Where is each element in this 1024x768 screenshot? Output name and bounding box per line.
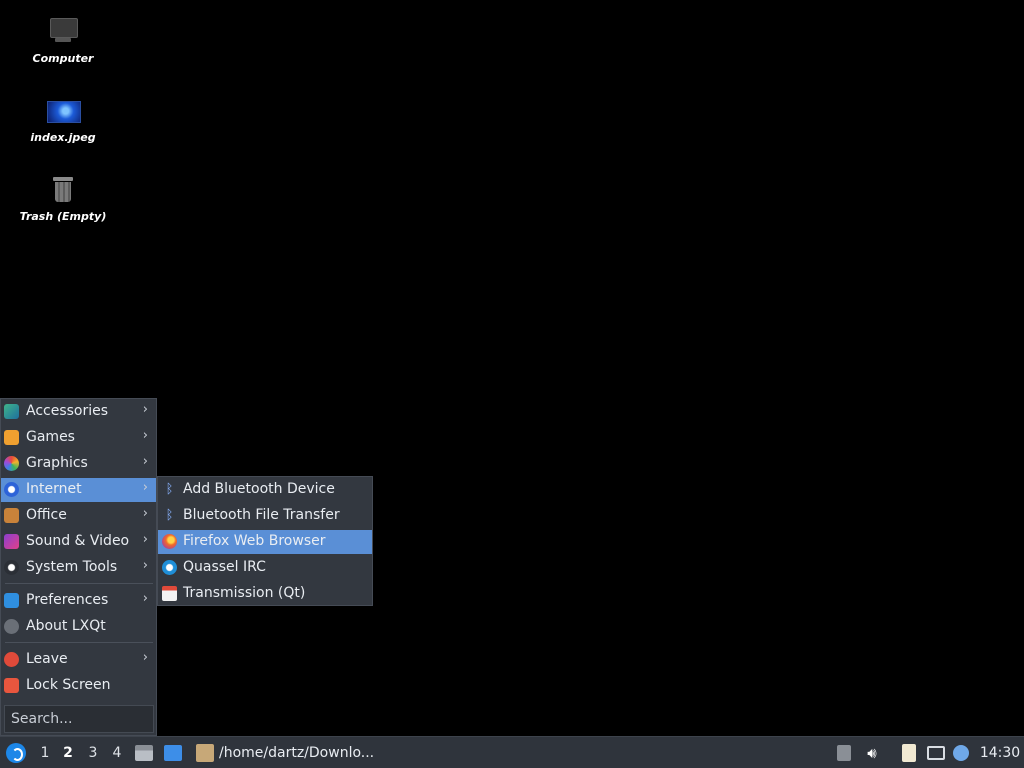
desktop-switch-2[interactable]: 2: [57, 737, 79, 768]
chevron-right-icon: ›: [142, 650, 148, 665]
image-viewer-icon: [196, 743, 214, 762]
internet-icon: [4, 482, 19, 497]
menu-item-lock-screen[interactable]: Lock Screen: [1, 674, 156, 698]
menu-item-label: Internet: [26, 481, 82, 497]
submenu-item-label: Transmission (Qt): [183, 585, 306, 601]
notification-button[interactable]: [950, 737, 972, 768]
menu-item-office[interactable]: Office ›: [1, 504, 156, 528]
taskbar-window-title: /home/dartz/Downlo...: [219, 744, 375, 761]
office-icon: [4, 508, 19, 523]
computer-icon: [46, 16, 80, 46]
trash-icon: [46, 174, 80, 204]
menu-item-label: Games: [26, 429, 75, 445]
menu-item-sound-video[interactable]: Sound & Video ›: [1, 530, 156, 554]
submenu-item-label: Bluetooth File Transfer: [183, 507, 340, 523]
clipboard-icon: [902, 743, 916, 762]
menu-item-leave[interactable]: Leave ›: [1, 648, 156, 672]
application-menu: Accessories › Games › Graphics › Interne…: [0, 398, 157, 736]
power-icon: [4, 652, 19, 667]
volume-button[interactable]: 🔊︎: [861, 737, 883, 768]
system-tools-icon: [4, 560, 19, 575]
menu-item-label: About LXQt: [26, 618, 106, 634]
desktop-icon: [164, 744, 182, 761]
file-manager-launcher[interactable]: [132, 737, 156, 768]
clipboard-button[interactable]: [898, 737, 920, 768]
desktop-icon-label: Trash (Empty): [19, 210, 107, 223]
desktop-switch-3[interactable]: 3: [82, 737, 104, 768]
image-file-icon: [46, 95, 81, 125]
taskbar-window-button[interactable]: /home/dartz/Downlo...: [193, 737, 378, 768]
submenu-item-firefox[interactable]: Firefox Web Browser: [158, 530, 372, 554]
tray-expand-button[interactable]: [833, 737, 855, 768]
volume-icon: 🔊︎: [867, 743, 877, 762]
desktop-switch-1[interactable]: 1: [34, 737, 56, 768]
bluetooth-icon: ᛒ: [165, 482, 174, 497]
lock-icon: [4, 678, 19, 693]
show-desktop-button[interactable]: [161, 737, 185, 768]
chevron-right-icon: ›: [142, 480, 148, 495]
arrow-up-icon: [837, 744, 851, 761]
chevron-right-icon: ›: [142, 558, 148, 573]
sound-video-icon: [4, 534, 19, 549]
folder-icon: [135, 744, 153, 761]
chevron-right-icon: ›: [142, 402, 148, 417]
menu-separator: [5, 642, 153, 643]
submenu-item-bluetooth-file-transfer[interactable]: ᛒ Bluetooth File Transfer: [158, 504, 372, 528]
menu-item-accessories[interactable]: Accessories ›: [1, 400, 156, 424]
menu-item-label: System Tools: [26, 559, 118, 575]
chevron-right-icon: ›: [142, 506, 148, 521]
desktop-icon-label: Computer: [32, 52, 94, 65]
network-button[interactable]: [925, 737, 947, 768]
chevron-right-icon: ›: [142, 454, 148, 469]
submenu-item-quassel-irc[interactable]: Quassel IRC: [158, 556, 372, 580]
transmission-icon: [162, 586, 177, 601]
menu-item-label: Office: [26, 507, 67, 523]
chevron-right-icon: ›: [142, 532, 148, 547]
info-icon: [4, 619, 19, 634]
chevron-right-icon: ›: [142, 428, 148, 443]
menu-item-label: Graphics: [26, 455, 88, 471]
submenu-item-transmission[interactable]: Transmission (Qt): [158, 582, 372, 606]
clock[interactable]: 14:30: [976, 737, 1024, 768]
network-icon: [927, 745, 945, 760]
menu-item-label: Sound & Video: [26, 533, 130, 549]
submenu-item-label: Firefox Web Browser: [183, 533, 326, 549]
menu-item-internet[interactable]: Internet ›: [1, 478, 156, 502]
preferences-icon: [4, 593, 19, 608]
taskbar: 1 2 3 4 /home/dartz/Downlo... 🔊︎ 14:30: [0, 736, 1024, 768]
quassel-icon: [162, 560, 177, 575]
internet-submenu: ᛒ Add Bluetooth Device ᛒ Bluetooth File …: [157, 476, 373, 606]
desktop-icon-computer[interactable]: Computer: [14, 16, 112, 76]
desktop-icon-index-jpeg[interactable]: index.jpeg: [14, 95, 112, 155]
main-menu-button[interactable]: [2, 737, 30, 768]
menu-item-label: Preferences: [26, 592, 109, 608]
menu-item-label: Accessories: [26, 403, 109, 419]
firefox-icon: [162, 534, 177, 549]
menu-item-about-lxqt[interactable]: About LXQt: [1, 615, 156, 639]
notification-icon: [953, 744, 969, 761]
desktop-switch-4[interactable]: 4: [106, 737, 128, 768]
lxqt-logo-icon: [6, 742, 26, 763]
desktop-icon-trash[interactable]: Trash (Empty): [14, 174, 112, 234]
graphics-icon: [4, 456, 19, 471]
menu-separator: [5, 583, 153, 584]
menu-item-label: Lock Screen: [26, 677, 111, 693]
submenu-item-label: Add Bluetooth Device: [183, 481, 335, 497]
accessories-icon: [4, 404, 19, 419]
menu-search-input[interactable]: Search...: [4, 705, 154, 733]
menu-item-preferences[interactable]: Preferences ›: [1, 589, 156, 613]
chevron-right-icon: ›: [142, 591, 148, 606]
menu-item-label: Leave: [26, 651, 68, 667]
submenu-item-label: Quassel IRC: [183, 559, 266, 575]
menu-item-graphics[interactable]: Graphics ›: [1, 452, 156, 476]
menu-item-games[interactable]: Games ›: [1, 426, 156, 450]
menu-item-system-tools[interactable]: System Tools ›: [1, 556, 156, 580]
desktop-icon-label: index.jpeg: [30, 131, 96, 144]
submenu-item-add-bluetooth-device[interactable]: ᛒ Add Bluetooth Device: [158, 478, 372, 502]
bluetooth-icon: ᛒ: [165, 508, 174, 523]
games-icon: [4, 430, 19, 445]
